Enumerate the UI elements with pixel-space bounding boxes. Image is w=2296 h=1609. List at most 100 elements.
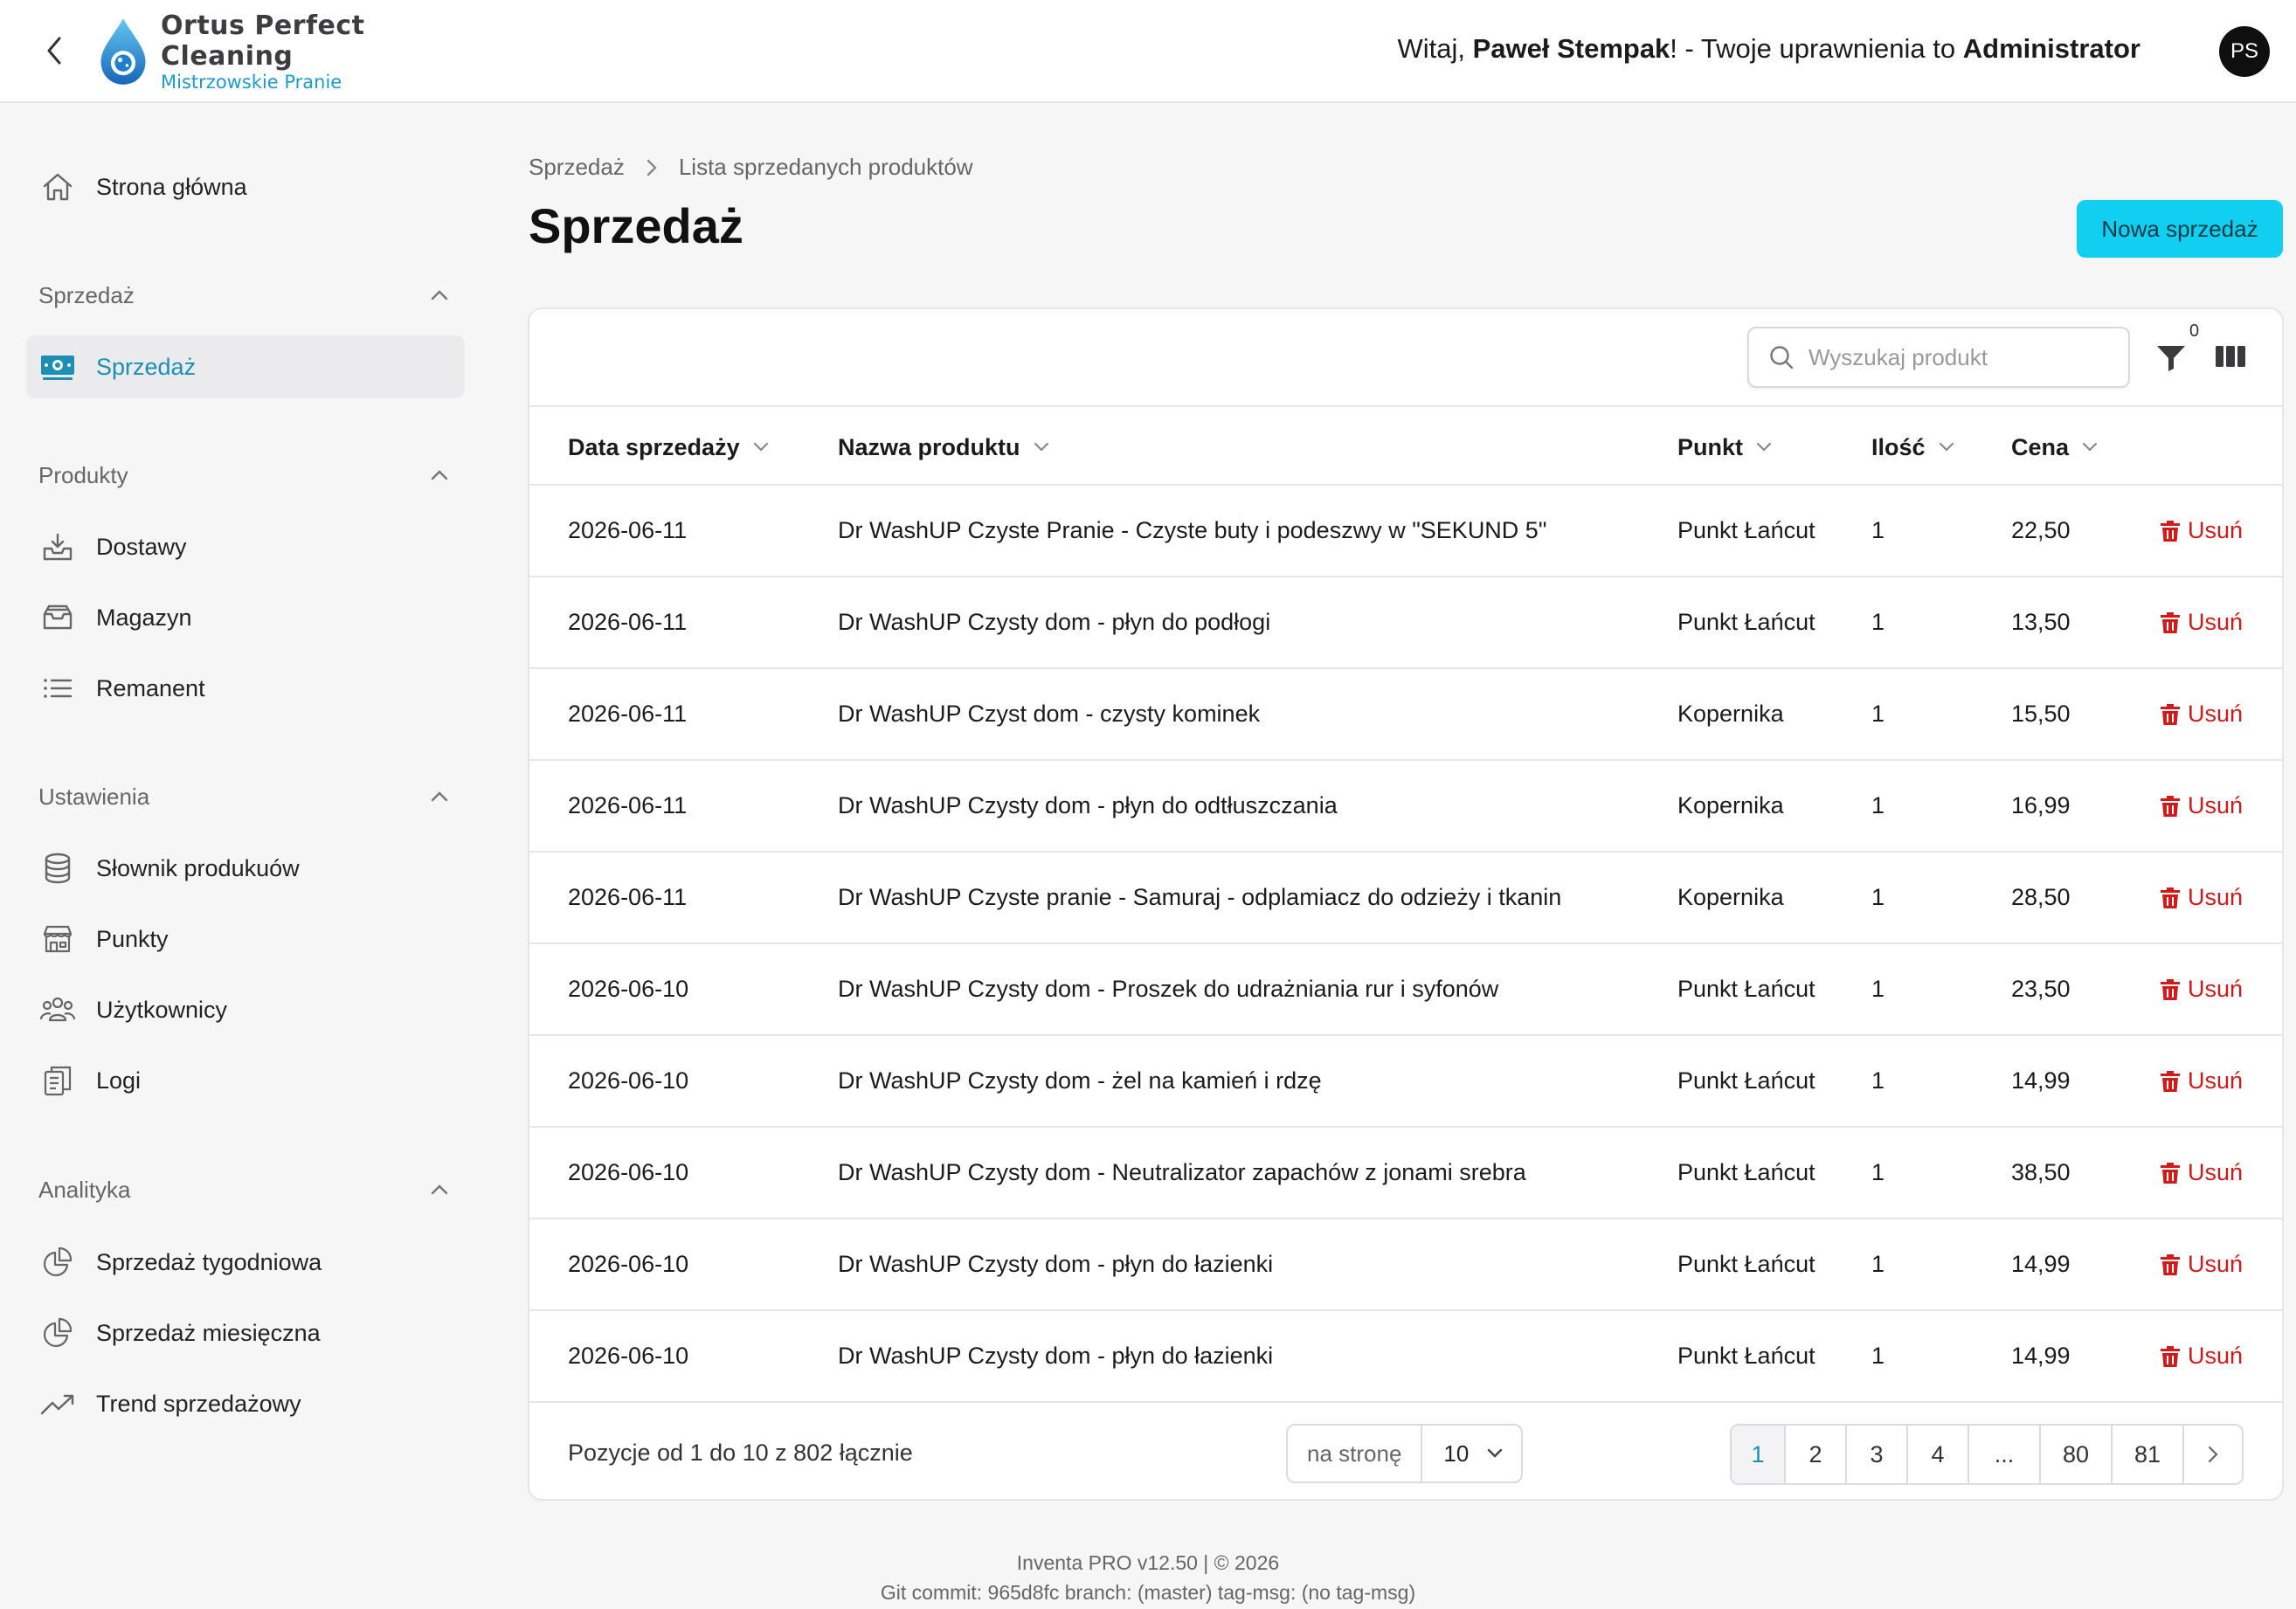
- per-page-select[interactable]: na stronę 10: [1286, 1424, 1524, 1483]
- cell-point: Punkt Łańcut: [1677, 609, 1815, 635]
- cell-point: Punkt Łańcut: [1677, 1067, 1815, 1094]
- sidebar-item-deliveries[interactable]: Dostawy: [26, 515, 465, 578]
- sidebar-item-label: Słownik produkuów: [96, 854, 300, 881]
- sidebar-item-weekly-sales[interactable]: Sprzedaż tygodniowa: [26, 1231, 465, 1294]
- cell-quantity: 1: [1871, 701, 1885, 727]
- breadcrumb-parent[interactable]: Sprzedaż: [529, 154, 625, 181]
- cell-point: Punkt Łańcut: [1677, 1159, 1815, 1185]
- pagination-page-1[interactable]: 1: [1732, 1426, 1786, 1483]
- cell-point: Punkt Łańcut: [1677, 517, 1815, 543]
- search-input[interactable]: [1808, 343, 2123, 371]
- pagination-next-button[interactable]: [2184, 1426, 2242, 1483]
- app-logo[interactable]: Ortus Perfect Cleaning Mistrzowskie Pran…: [98, 10, 465, 93]
- chevron-up-icon: [431, 1184, 448, 1195]
- back-button[interactable]: [37, 33, 72, 68]
- table-body: 2026-06-11 Dr WashUP Czyste Pranie - Czys…: [529, 486, 2282, 1403]
- git-info: Git commit: 965d8fc branch: (master) tag…: [880, 1581, 1416, 1604]
- section-header-analytics[interactable]: Analityka: [38, 1172, 449, 1207]
- sidebar-item-warehouse[interactable]: Magazyn: [26, 586, 465, 649]
- delete-button[interactable]: Usuń: [2160, 486, 2243, 576]
- pagination: 1 2 3 4... 80 81: [1730, 1424, 2244, 1485]
- chevron-right-icon: [2208, 1446, 2218, 1463]
- pagination-page-4[interactable]: 4: [1908, 1426, 1969, 1483]
- sidebar-item-label: Sprzedaż miesięczna: [96, 1319, 321, 1346]
- sidebar-item-inventory[interactable]: Remanent: [26, 657, 465, 720]
- section-header-products[interactable]: Produkty: [38, 458, 449, 493]
- water-drop-logo-icon: [100, 18, 146, 85]
- trash-icon: [2161, 887, 2180, 908]
- pagination-page-81[interactable]: 81: [2113, 1426, 2184, 1483]
- cell-price: 28,50: [2011, 884, 2071, 910]
- delete-button[interactable]: Usuń: [2160, 1036, 2243, 1126]
- columns-button[interactable]: [2214, 342, 2249, 374]
- column-header-product[interactable]: Nazwa produktu: [838, 407, 1050, 487]
- trash-icon: [2161, 1070, 2180, 1092]
- column-header-price[interactable]: Cena: [2011, 407, 2099, 487]
- pagination-page-3[interactable]: 3: [1847, 1426, 1908, 1483]
- database-icon: [38, 849, 77, 887]
- delete-button[interactable]: Usuń: [2160, 577, 2243, 667]
- delete-button[interactable]: Usuń: [2160, 853, 2243, 943]
- table-row: 2026-06-11 Dr WashUP Czysty dom - płyn do…: [529, 577, 2282, 669]
- pagination-page-2[interactable]: 2: [1786, 1426, 1847, 1483]
- section-header-sales[interactable]: Sprzedaż: [38, 278, 449, 313]
- section-header-settings[interactable]: Ustawienia: [38, 779, 449, 814]
- cell-price: 38,50: [2011, 1159, 2071, 1185]
- table-footer: Pozycje od 1 do 10 z 802 łącznie na stro…: [529, 1405, 2282, 1499]
- filter-icon: [2157, 346, 2185, 371]
- pagination-summary: Pozycje od 1 do 10 z 802 łącznie: [568, 1439, 913, 1466]
- sidebar-item-sales[interactable]: Sprzedaż: [26, 335, 465, 398]
- chevron-left-icon: [47, 37, 61, 65]
- pagination-page-80[interactable]: 80: [2041, 1426, 2113, 1483]
- delete-button[interactable]: Usuń: [2160, 669, 2243, 759]
- clipboard-copy-icon: [38, 1061, 77, 1100]
- delete-button[interactable]: Usuń: [2160, 1219, 2243, 1309]
- column-header-quantity[interactable]: Ilość: [1871, 407, 1955, 487]
- filter-button[interactable]: [2154, 339, 2189, 377]
- new-sale-button[interactable]: Nowa sprzedaż: [2077, 200, 2283, 258]
- cell-point: Kopernika: [1677, 884, 1784, 910]
- delete-button[interactable]: Usuń: [2160, 1128, 2243, 1218]
- cell-quantity: 1: [1871, 884, 1885, 910]
- cash-icon: [38, 348, 77, 386]
- cell-product: Dr WashUP Czysty dom - płyn do odtłuszcz…: [838, 792, 1338, 818]
- cell-quantity: 1: [1871, 1159, 1885, 1185]
- cell-product: Dr WashUP Czysty dom - płyn do podłogi: [838, 609, 1271, 635]
- sidebar-item-label: Sprzedaż tygodniowa: [96, 1248, 322, 1275]
- column-header-date[interactable]: Data sprzedaży: [568, 407, 770, 487]
- cell-price: 13,50: [2011, 609, 2071, 635]
- trash-icon: [2161, 978, 2180, 1000]
- search-box[interactable]: [1747, 327, 2130, 388]
- version-info: Inventa PRO v12.50 | © 2026: [1016, 1551, 1280, 1574]
- table-row: 2026-06-11 Dr WashUP Czyst dom - czysty k…: [529, 669, 2282, 761]
- cell-date: 2026-06-11: [568, 792, 688, 818]
- page-title: Sprzedaż: [529, 198, 743, 253]
- logo-subtitle: Mistrzowskie Pranie: [161, 72, 342, 93]
- user-name: Paweł Stempak: [1472, 33, 1670, 64]
- sidebar-item-points[interactable]: Punkty: [26, 908, 465, 970]
- delete-button[interactable]: Usuń: [2160, 1311, 2243, 1401]
- column-header-point[interactable]: Punkt: [1677, 407, 1773, 487]
- delete-button[interactable]: Usuń: [2160, 761, 2243, 851]
- table-row: 2026-06-11 Dr WashUP Czysty dom - płyn do…: [529, 761, 2282, 853]
- chevron-down-icon: [1938, 442, 1955, 452]
- sidebar-item-monthly-sales[interactable]: Sprzedaż miesięczna: [26, 1302, 465, 1364]
- sidebar-item-logs[interactable]: Logi: [26, 1049, 465, 1112]
- cell-point: Kopernika: [1677, 792, 1784, 818]
- cell-date: 2026-06-10: [568, 1343, 689, 1369]
- delete-button[interactable]: Usuń: [2160, 944, 2243, 1034]
- sidebar-item-sales-trend[interactable]: Trend sprzedażowy: [26, 1372, 465, 1435]
- cell-quantity: 1: [1871, 609, 1885, 635]
- sidebar-item-users[interactable]: Użytkownicy: [26, 978, 465, 1041]
- list-icon: [38, 669, 77, 708]
- cell-price: 14,99: [2011, 1343, 2071, 1369]
- sidebar-item-product-dictionary[interactable]: Słownik produkuów: [26, 837, 465, 900]
- sidebar-item-label: Punkty: [96, 925, 169, 952]
- sidebar-item-home[interactable]: Strona główna: [26, 155, 465, 218]
- table-row: 2026-06-11 Dr WashUP Czyste pranie - Samu…: [529, 853, 2282, 944]
- chevron-up-icon: [431, 290, 448, 300]
- per-page-value[interactable]: 10: [1422, 1440, 1521, 1467]
- avatar[interactable]: PS: [2219, 26, 2270, 77]
- breadcrumb-current: Lista sprzedanych produktów: [678, 154, 973, 180]
- cell-date: 2026-06-10: [568, 1251, 689, 1277]
